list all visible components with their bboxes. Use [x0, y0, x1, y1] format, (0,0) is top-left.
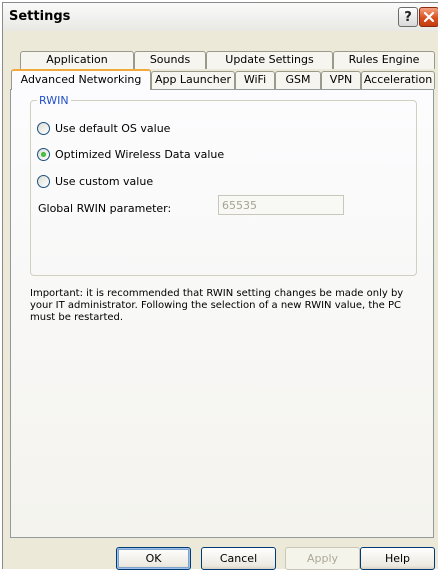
title-bar[interactable]: Settings ?: [3, 3, 438, 31]
rwin-notice-text: Important: it is recommended that RWIN s…: [30, 288, 404, 323]
apply-button[interactable]: Apply: [285, 547, 360, 570]
window-title: Settings: [9, 9, 71, 24]
radio-button-selected-icon[interactable]: [37, 147, 50, 161]
radio-label-use-custom-value: Use custom value: [55, 174, 154, 188]
rwin-group-title: RWIN: [37, 94, 71, 107]
close-icon[interactable]: [419, 7, 438, 27]
settings-dialog: Settings ? Application Sounds Update Set…: [2, 2, 438, 570]
cancel-button[interactable]: Cancel: [201, 547, 276, 570]
radio-use-default-os[interactable]: Use default OS value: [37, 120, 170, 136]
radio-button-icon[interactable]: [37, 121, 50, 135]
ok-button[interactable]: OK: [116, 547, 191, 570]
tab-app-launcher[interactable]: App Launcher: [151, 71, 235, 89]
radio-label-use-default-os: Use default OS value: [55, 121, 171, 135]
radio-label-optimized-wireless: Optimized Wireless Data value: [55, 147, 225, 161]
global-rwin-input[interactable]: [218, 195, 344, 215]
tab-application[interactable]: Application: [20, 51, 134, 69]
radio-optimized-wireless[interactable]: Optimized Wireless Data value: [37, 146, 224, 162]
tab-rules-engine[interactable]: Rules Engine: [333, 51, 435, 69]
tab-wifi[interactable]: WiFi: [235, 71, 275, 89]
global-rwin-label: Global RWIN parameter:: [38, 202, 172, 215]
tab-vpn[interactable]: VPN: [321, 71, 361, 89]
help-button[interactable]: Help: [360, 547, 435, 570]
tab-sounds[interactable]: Sounds: [134, 51, 206, 69]
radio-selected-dot: [41, 151, 46, 157]
radio-use-custom-value[interactable]: Use custom value: [37, 173, 153, 189]
close-x-glyph: [423, 11, 435, 23]
tab-advanced-networking[interactable]: Advanced Networking: [11, 69, 151, 90]
tab-update-settings[interactable]: Update Settings: [206, 51, 333, 69]
tab-acceleration[interactable]: Acceleration: [361, 71, 435, 89]
tab-gsm[interactable]: GSM: [275, 71, 321, 89]
radio-button-icon[interactable]: [37, 174, 50, 188]
help-icon[interactable]: ?: [398, 7, 418, 27]
